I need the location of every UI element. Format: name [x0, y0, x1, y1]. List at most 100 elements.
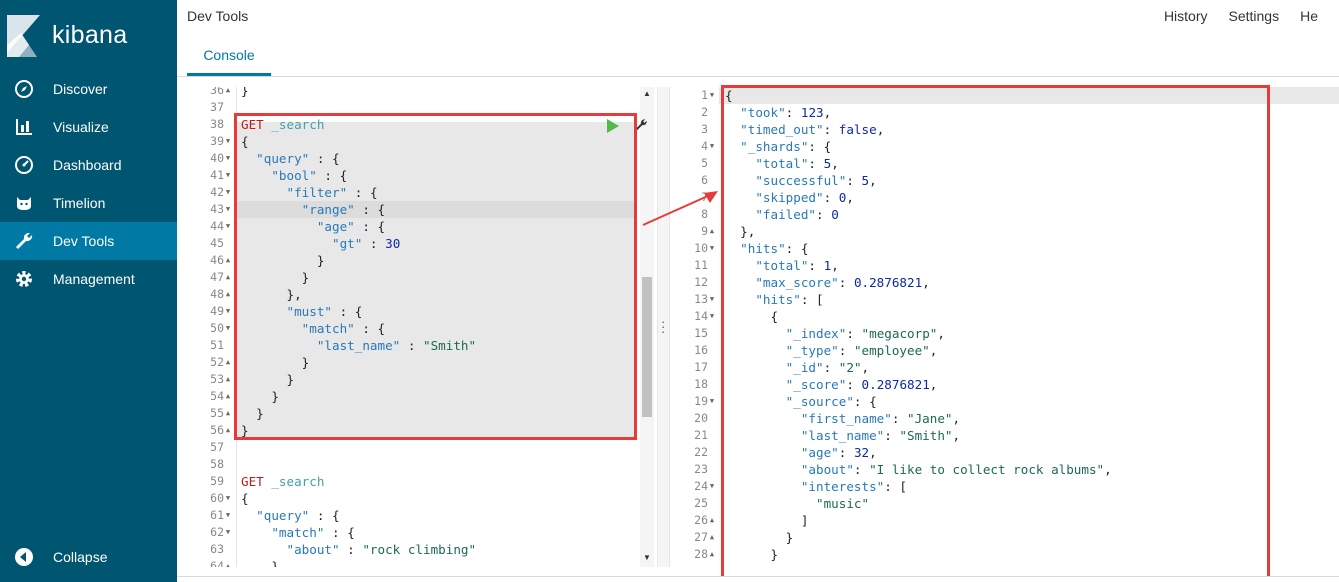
line-number[interactable]: 28 ▲: [671, 546, 719, 563]
line-number: 21: [694, 428, 708, 442]
code-line: "query" : {: [256, 508, 340, 523]
line-number[interactable]: 56 ▲: [187, 422, 236, 439]
sidebar-item-label: Timelion: [53, 195, 106, 211]
kibana-app: kibana Discover Visualize Dashboard Time…: [0, 0, 1339, 582]
line-number[interactable]: 14 ▼: [671, 308, 719, 325]
tab-console[interactable]: Console: [187, 36, 271, 76]
sidebar-item-label: Discover: [53, 81, 108, 97]
sidebar-item-dev-tools[interactable]: Dev Tools: [0, 222, 177, 260]
code-line: GET _search: [241, 474, 325, 489]
line-number[interactable]: 48 ▲: [187, 286, 236, 303]
line-number[interactable]: 26 ▲: [671, 512, 719, 529]
history-link[interactable]: History: [1164, 8, 1208, 24]
line-number[interactable]: 13 ▼: [671, 291, 719, 308]
line-number[interactable]: 64 ▲: [187, 558, 236, 567]
line-number[interactable]: 50 ▼: [187, 320, 236, 337]
kibana-logo[interactable]: kibana: [7, 14, 127, 58]
line-number: 17: [694, 360, 708, 374]
line-number: 12: [694, 275, 708, 289]
line-number: 3: [701, 122, 708, 136]
line-number: 11: [694, 258, 708, 272]
line-number[interactable]: 10 ▼: [671, 240, 719, 257]
sidebar-item-dashboard[interactable]: Dashboard: [0, 146, 177, 184]
bar-chart-icon: [14, 117, 34, 137]
line-number: 22: [694, 445, 708, 459]
line-number[interactable]: 39 ▼: [187, 133, 236, 150]
wrench-icon: [14, 231, 34, 251]
line-number[interactable]: 53 ▲: [187, 371, 236, 388]
line-number: 25: [694, 496, 708, 510]
line-number[interactable]: 27 ▲: [671, 529, 719, 546]
sidebar-item-management[interactable]: Management: [0, 260, 177, 298]
line-number: 63: [210, 542, 224, 556]
line-number[interactable]: 62 ▼: [187, 524, 236, 541]
sidebar-item-label: Visualize: [53, 119, 109, 135]
line-number[interactable]: 24 ▼: [671, 478, 719, 495]
line-number[interactable]: 49 ▼: [187, 303, 236, 320]
pane-resize-handle[interactable]: · · ·: [657, 87, 670, 567]
line-number: 38: [210, 117, 224, 131]
line-number: 5: [701, 156, 708, 170]
line-number: 20: [694, 411, 708, 425]
line-number: 18: [694, 377, 708, 391]
sidebar-item-label: Management: [53, 271, 135, 287]
line-number[interactable]: 1 ▼: [671, 87, 719, 104]
code-line: }: [271, 559, 279, 567]
line-number: 51: [210, 338, 224, 352]
code-line: "about" : "rock climbing": [286, 542, 477, 557]
collapse-label: Collapse: [53, 549, 108, 565]
line-number[interactable]: 36 ▲: [187, 87, 236, 99]
top-nav-links: History Settings He: [1164, 8, 1339, 24]
sidebar-item-timelion[interactable]: Timelion: [0, 184, 177, 222]
help-link[interactable]: He: [1300, 8, 1318, 24]
compass-icon: [14, 79, 34, 99]
sidebar-item-visualize[interactable]: Visualize: [0, 108, 177, 146]
logo-text: kibana: [52, 20, 128, 49]
request-annotation-box: [234, 113, 637, 440]
line-number[interactable]: 61 ▼: [187, 507, 236, 524]
settings-link[interactable]: Settings: [1229, 8, 1280, 24]
response-annotation-box: [721, 85, 1270, 579]
line-number: 2: [701, 105, 708, 119]
kibana-logo-icon: [7, 15, 40, 57]
line-number[interactable]: 41 ▼: [187, 167, 236, 184]
sidebar: kibana Discover Visualize Dashboard Time…: [0, 0, 177, 582]
line-number: 45: [210, 236, 224, 250]
line-number: 58: [210, 457, 224, 471]
request-editor-scrollbar[interactable]: ▲ ▼: [640, 87, 654, 567]
bottom-border: [177, 576, 1339, 582]
line-number[interactable]: 47 ▲: [187, 269, 236, 286]
response-editor-gutter: 1▼234▼56789▲10▼111213▼14▼1516171819▼2021…: [671, 87, 719, 567]
line-number[interactable]: 52 ▲: [187, 354, 236, 371]
line-number: 23: [694, 462, 708, 476]
line-number[interactable]: 40 ▼: [187, 150, 236, 167]
line-number[interactable]: 55 ▲: [187, 405, 236, 422]
dashboard-gauge-icon: [14, 155, 34, 175]
code-line: "match" : {: [271, 525, 355, 540]
sidebar-item-discover[interactable]: Discover: [0, 70, 177, 108]
annotation-arrow: [642, 191, 718, 226]
drag-grip-icon: · · ·: [661, 314, 666, 339]
scrollbar-thumb[interactable]: [642, 277, 652, 417]
page-title: Dev Tools: [187, 8, 249, 24]
collapse-button[interactable]: Collapse: [0, 538, 177, 576]
line-number[interactable]: 19 ▼: [671, 393, 719, 410]
line-number[interactable]: 60 ▼: [187, 490, 236, 507]
line-number[interactable]: 43 ▼: [187, 201, 236, 218]
line-number: 59: [210, 474, 224, 488]
scroll-up-arrow-icon[interactable]: ▲: [643, 89, 651, 98]
top-header: Dev Tools Console History Settings He: [177, 0, 1339, 77]
gear-icon: [14, 269, 34, 289]
sidebar-item-label: Dev Tools: [53, 233, 115, 249]
line-number[interactable]: 44 ▼: [187, 218, 236, 235]
line-number[interactable]: 42 ▼: [187, 184, 236, 201]
code-line: }: [241, 87, 249, 98]
line-number: 57: [210, 440, 224, 454]
line-number[interactable]: 46 ▲: [187, 252, 236, 269]
scroll-down-arrow-icon[interactable]: ▼: [643, 553, 651, 562]
line-number: 16: [694, 343, 708, 357]
line-number[interactable]: 54 ▲: [187, 388, 236, 405]
line-number[interactable]: 4 ▼: [671, 138, 719, 155]
timelion-cat-icon: [14, 193, 34, 213]
chevron-left-circle-icon: [14, 547, 34, 567]
